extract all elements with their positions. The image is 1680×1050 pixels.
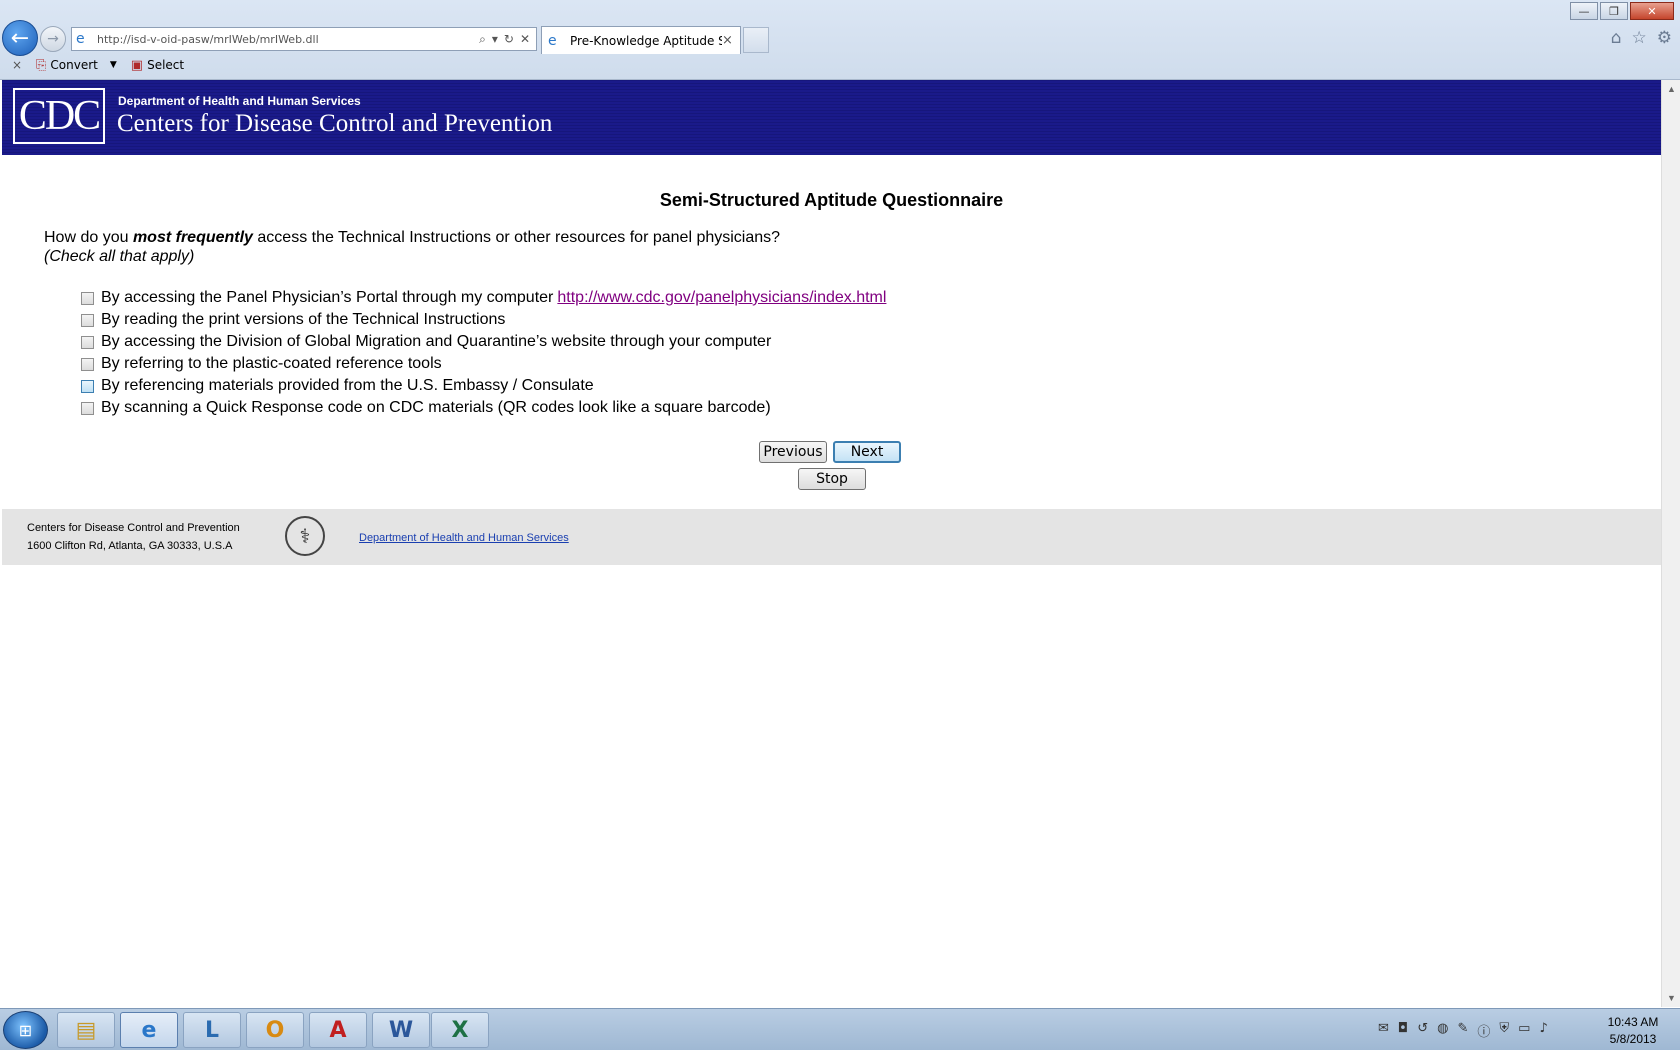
option-label: By referring to the plastic-coated refer… xyxy=(101,355,442,372)
option-label: By accessing the Panel Physician’s Porta… xyxy=(101,289,554,306)
windows-logo-icon: ⊞ xyxy=(18,1020,33,1040)
agency-name: Centers for Disease Control and Preventi… xyxy=(117,110,553,137)
info-icon[interactable]: ⓘ xyxy=(1477,1021,1490,1040)
option-portal: By accessing the Panel Physician’s Porta… xyxy=(81,287,886,309)
option-label: By scanning a Quick Response code on CDC… xyxy=(101,399,771,416)
option-label: By accessing the Division of Global Migr… xyxy=(101,333,772,350)
tab-title: Pre-Knowledge Aptitude S... xyxy=(570,33,722,48)
scroll-down-icon[interactable]: ▼ xyxy=(1667,993,1676,1003)
question-emphasis: most frequently xyxy=(132,229,253,246)
question-text: How do you most frequently access the Te… xyxy=(44,229,781,265)
option-label: By referencing materials provided from t… xyxy=(101,377,594,394)
checkbox[interactable] xyxy=(81,401,94,415)
option-dgmq-website: By accessing the Division of Global Migr… xyxy=(81,331,886,353)
favorites-star-icon[interactable]: ☆ xyxy=(1632,28,1647,48)
hhs-logo-icon: ⚕ xyxy=(285,516,325,556)
browser-chrome: ← → e http://isd-v-oid-pasw/mrIWeb/mrIWe… xyxy=(0,0,1680,80)
department-name: Department of Health and Human Services xyxy=(118,94,361,108)
clock-date: 5/8/2013 xyxy=(1609,1032,1657,1046)
survey-title: Semi-Structured Aptitude Questionnaire xyxy=(659,190,1004,210)
arrow-left-icon: ← xyxy=(10,25,30,51)
option-label: By reading the print versions of the Tec… xyxy=(101,311,506,328)
convert-icon: ⎘ xyxy=(36,57,47,73)
stop-load-icon[interactable]: ✕ xyxy=(520,32,530,47)
scroll-up-icon[interactable]: ▲ xyxy=(1667,84,1676,94)
vertical-scrollbar[interactable]: ▲ ▼ xyxy=(1661,80,1680,1007)
checkbox[interactable] xyxy=(81,379,94,393)
ie-tab-icon: e xyxy=(548,32,557,49)
stop-button[interactable]: Stop xyxy=(798,468,866,490)
word-icon[interactable]: W xyxy=(372,1012,430,1048)
new-tab-button[interactable] xyxy=(743,27,769,53)
hhs-link[interactable]: Department of Health and Human Services xyxy=(359,532,569,544)
tab-close-icon[interactable]: × xyxy=(722,33,740,48)
lync-icon[interactable]: L xyxy=(183,1012,241,1048)
file-explorer-icon[interactable]: ▤ xyxy=(57,1012,115,1048)
option-embassy: By referencing materials provided from t… xyxy=(81,375,886,397)
monitor-icon[interactable]: ▭ xyxy=(1518,1021,1530,1040)
mail-icon[interactable]: ✉ xyxy=(1378,1021,1389,1040)
footer-address: 1600 Clifton Rd, Atlanta, GA 30333, U.S.… xyxy=(27,540,233,552)
excel-icon[interactable]: X xyxy=(431,1012,489,1048)
checkbox[interactable] xyxy=(81,357,94,371)
footer-org: Centers for Disease Control and Preventi… xyxy=(27,522,240,534)
page-footer: Centers for Disease Control and Preventi… xyxy=(2,509,1661,565)
command-bar: × ⎘ Convert ▼ ▣ Select xyxy=(0,53,1680,77)
minimize-button[interactable]: — xyxy=(1570,2,1598,20)
select-icon: ▣ xyxy=(130,57,144,73)
sync-icon[interactable]: ↺ xyxy=(1417,1021,1428,1040)
shield-icon[interactable]: ⛨ xyxy=(1499,1021,1509,1040)
start-button[interactable]: ⊞ xyxy=(3,1011,48,1049)
clock[interactable]: 10:43 AM 5/8/2013 xyxy=(1598,1014,1668,1048)
arrow-right-icon: → xyxy=(47,31,59,47)
cdc-banner: CDC Department of Health and Human Servi… xyxy=(2,80,1661,155)
option-print: By reading the print versions of the Tec… xyxy=(81,309,886,331)
tab-active[interactable]: e Pre-Knowledge Aptitude S... × xyxy=(541,26,741,54)
option-reference-tools: By referring to the plastic-coated refer… xyxy=(81,353,886,375)
next-button[interactable]: Next xyxy=(833,441,901,463)
page-content: CDC Department of Health and Human Servi… xyxy=(2,80,1661,1007)
system-tray: ✉ ◘ ↺ ◍ ✎ ⓘ ⛨ ▭ ♪ xyxy=(1378,1021,1548,1040)
checkbox[interactable] xyxy=(81,291,94,305)
network-icon[interactable]: ◍ xyxy=(1437,1021,1448,1040)
option-qr-code: By scanning a Quick Response code on CDC… xyxy=(81,397,886,419)
forward-button[interactable]: → xyxy=(40,26,66,52)
address-url[interactable]: http://isd-v-oid-pasw/mrIWeb/mrIWeb.dll xyxy=(97,33,479,46)
gear-icon[interactable]: ⚙ xyxy=(1657,28,1672,48)
options-list: By accessing the Panel Physician’s Porta… xyxy=(81,287,886,419)
address-bar[interactable]: e http://isd-v-oid-pasw/mrIWeb/mrIWeb.dl… xyxy=(71,27,537,51)
search-icon[interactable]: ⌕ xyxy=(479,32,486,47)
ie-page-icon: e xyxy=(76,31,85,47)
chevron-down-icon[interactable]: ▼ xyxy=(110,60,117,70)
outlook-icon[interactable]: O xyxy=(246,1012,304,1048)
acrobat-icon[interactable]: A xyxy=(309,1012,367,1048)
convert-button[interactable]: ⎘ Convert ▼ xyxy=(36,58,117,73)
checkbox[interactable] xyxy=(81,335,94,349)
restore-button[interactable]: ❐ xyxy=(1600,2,1628,20)
select-button[interactable]: ▣ Select xyxy=(131,58,184,73)
close-commandbar-icon[interactable]: × xyxy=(12,58,30,72)
internet-explorer-icon[interactable]: e xyxy=(120,1012,178,1048)
refresh-icon[interactable]: ↻ xyxy=(504,32,514,47)
portal-link[interactable]: http://www.cdc.gov/panelphysicians/index… xyxy=(557,289,886,307)
close-window-button[interactable]: ✕ xyxy=(1630,2,1674,20)
dropdown-icon[interactable]: ▾ xyxy=(492,32,498,47)
question-hint: (Check all that apply) xyxy=(44,248,195,265)
taskbar: ⊞ ▤ e L O A W X ✉ ◘ ↺ ◍ ✎ ⓘ ⛨ ▭ ♪ 10:43 … xyxy=(0,1008,1680,1050)
clock-time: 10:43 AM xyxy=(1607,1015,1659,1029)
volume-icon[interactable]: ♪ xyxy=(1539,1021,1547,1040)
previous-button[interactable]: Previous xyxy=(759,441,827,463)
cdc-logo: CDC xyxy=(13,88,105,144)
home-icon[interactable]: ⌂ xyxy=(1611,28,1622,48)
checkbox[interactable] xyxy=(81,313,94,327)
outlook-tray-icon[interactable]: ◘ xyxy=(1398,1021,1408,1040)
back-button[interactable]: ← xyxy=(2,20,38,56)
tool-icon[interactable]: ✎ xyxy=(1457,1021,1468,1040)
